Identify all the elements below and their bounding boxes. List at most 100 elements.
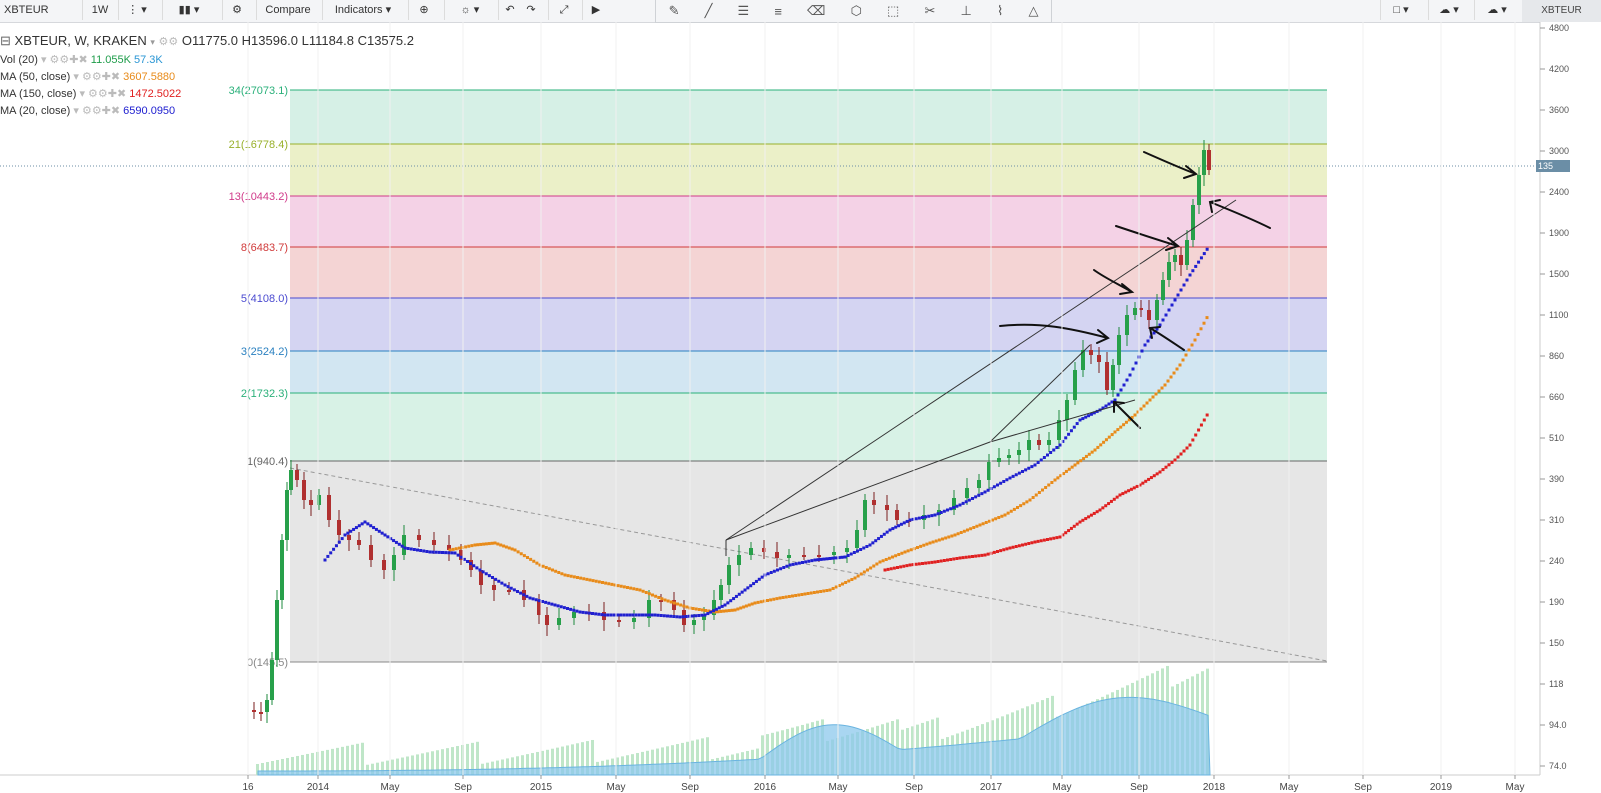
ma20-marker bbox=[914, 517, 918, 521]
price-tick-label: 74.0 bbox=[1549, 761, 1567, 771]
ma20-marker bbox=[484, 572, 488, 576]
ma50-marker bbox=[987, 519, 991, 523]
candle-body bbox=[1173, 255, 1177, 262]
legend-ma50-icons[interactable]: ▾ ⚙⚙✚✖ bbox=[73, 71, 120, 83]
ma20-marker bbox=[908, 518, 912, 522]
time-tick-label: Sep bbox=[681, 782, 699, 793]
ma20-marker bbox=[1058, 443, 1062, 447]
ma50-marker bbox=[1116, 428, 1120, 432]
price-chart[interactable]: 34(27073.1) 21(16778.4) 13(10443.2) 8(64… bbox=[0, 0, 1601, 793]
ma20-marker bbox=[684, 615, 688, 618]
ma20-marker bbox=[807, 559, 811, 563]
ma150-marker bbox=[1167, 463, 1171, 467]
ma50-marker bbox=[582, 577, 586, 581]
legend-ma50[interactable]: MA (50, close) ▾ ⚙⚙✚✖ 3607.5880 bbox=[0, 70, 175, 83]
ma20-marker bbox=[871, 541, 875, 545]
candle-body bbox=[1017, 450, 1021, 455]
ma20-marker bbox=[782, 566, 786, 569]
ma50-marker bbox=[557, 571, 561, 574]
ma150-marker bbox=[1067, 529, 1071, 533]
ma50-marker bbox=[1104, 438, 1108, 442]
legend-volume[interactable]: Vol (20) ▾ ⚙⚙✚✖ 11.055K 57.3K bbox=[0, 53, 163, 66]
ma50-marker bbox=[487, 542, 491, 546]
ma20-marker bbox=[930, 514, 934, 518]
candle-body bbox=[1047, 440, 1051, 445]
ma50-marker bbox=[1028, 498, 1032, 502]
ma20-marker bbox=[340, 537, 344, 541]
ma50-marker bbox=[1190, 343, 1194, 347]
ma20-marker bbox=[862, 546, 866, 550]
legend-ma150[interactable]: MA (150, close) ▾ ⚙⚙✚✖ 1472.5022 bbox=[0, 87, 181, 100]
ma50-marker bbox=[1016, 506, 1019, 509]
ma20-marker bbox=[487, 574, 491, 578]
ma20-marker bbox=[500, 581, 504, 585]
title-settings-icons[interactable]: ⚙⚙ bbox=[159, 36, 179, 48]
price-tick-label: 4200 bbox=[1549, 64, 1569, 74]
ma20-marker bbox=[977, 493, 981, 497]
legend-ma50-name: MA (50, close) bbox=[0, 71, 71, 83]
ma20-marker bbox=[816, 558, 820, 562]
ma50-marker bbox=[482, 542, 486, 546]
ma20-marker bbox=[422, 549, 426, 553]
candle-body bbox=[265, 700, 269, 712]
ma150-marker bbox=[1202, 418, 1206, 422]
ma150-marker bbox=[1064, 531, 1068, 535]
legend-ma150-icons[interactable]: ▾ ⚙⚙✚✖ bbox=[79, 88, 126, 100]
ma50-marker bbox=[787, 595, 791, 598]
ma50-marker bbox=[585, 577, 589, 581]
ma50-marker bbox=[454, 547, 458, 551]
ma20-marker bbox=[1072, 425, 1076, 429]
ma50-marker bbox=[529, 557, 533, 561]
ma50-marker bbox=[654, 594, 658, 598]
candle-body bbox=[987, 462, 991, 480]
ma50-marker bbox=[1050, 481, 1054, 484]
candle-body bbox=[382, 560, 386, 570]
ma50-marker bbox=[1096, 445, 1100, 449]
ma150-marker bbox=[1109, 499, 1113, 503]
ma50-marker bbox=[1099, 443, 1103, 447]
ma20-marker bbox=[776, 568, 779, 572]
legend-ma20[interactable]: MA (20, close) ▾ ⚙⚙✚✖ 6590.0950 bbox=[0, 104, 175, 117]
ma150-marker bbox=[971, 555, 974, 558]
ma50-marker bbox=[1124, 420, 1128, 424]
ma20-marker bbox=[1049, 451, 1053, 454]
ma20-marker bbox=[323, 558, 327, 562]
ma20-marker bbox=[746, 586, 750, 590]
ma50-marker bbox=[591, 579, 595, 583]
ma150-marker bbox=[905, 564, 909, 568]
ma50-marker bbox=[473, 543, 477, 547]
ma50-marker bbox=[1193, 338, 1197, 342]
fib-label-21: 21(16778.4) bbox=[229, 139, 288, 151]
ma50-marker bbox=[701, 608, 704, 612]
ma20-marker bbox=[494, 577, 498, 581]
ma20-marker bbox=[553, 603, 557, 607]
ma50-marker bbox=[931, 540, 935, 544]
ma20-marker bbox=[450, 551, 454, 555]
ma150-marker bbox=[996, 550, 999, 553]
legend-volume-name: Vol (20) bbox=[0, 54, 38, 66]
candle-body bbox=[309, 500, 313, 505]
ma150-marker bbox=[1194, 433, 1198, 437]
legend-volume-icons[interactable]: ▾ ⚙⚙✚✖ bbox=[41, 54, 88, 66]
ma150-marker bbox=[1081, 518, 1085, 522]
ma150-marker bbox=[1095, 510, 1099, 514]
legend-ma50-value: 3607.5880 bbox=[123, 71, 176, 83]
ma150-marker bbox=[1185, 446, 1189, 450]
ma20-marker bbox=[967, 498, 971, 502]
ma20-marker bbox=[865, 545, 869, 548]
title-chevron-icon[interactable]: ▾ bbox=[150, 37, 155, 47]
ma50-marker bbox=[502, 544, 506, 548]
ma150-marker bbox=[1078, 520, 1082, 524]
ma50-marker bbox=[806, 592, 810, 595]
ma50-marker bbox=[1031, 496, 1035, 499]
candle-body bbox=[775, 552, 779, 558]
time-tick-label: Sep bbox=[1130, 782, 1148, 793]
legend-ma20-icons[interactable]: ▾ ⚙⚙✚✖ bbox=[73, 105, 120, 117]
ma50-marker bbox=[953, 533, 957, 537]
ma50-marker bbox=[535, 561, 539, 565]
ma50-marker bbox=[619, 584, 623, 588]
ma50-marker bbox=[607, 582, 611, 586]
collapse-icon[interactable]: ⊟ bbox=[0, 33, 11, 48]
ma20-marker bbox=[1140, 349, 1144, 353]
ma50-marker bbox=[831, 587, 835, 590]
